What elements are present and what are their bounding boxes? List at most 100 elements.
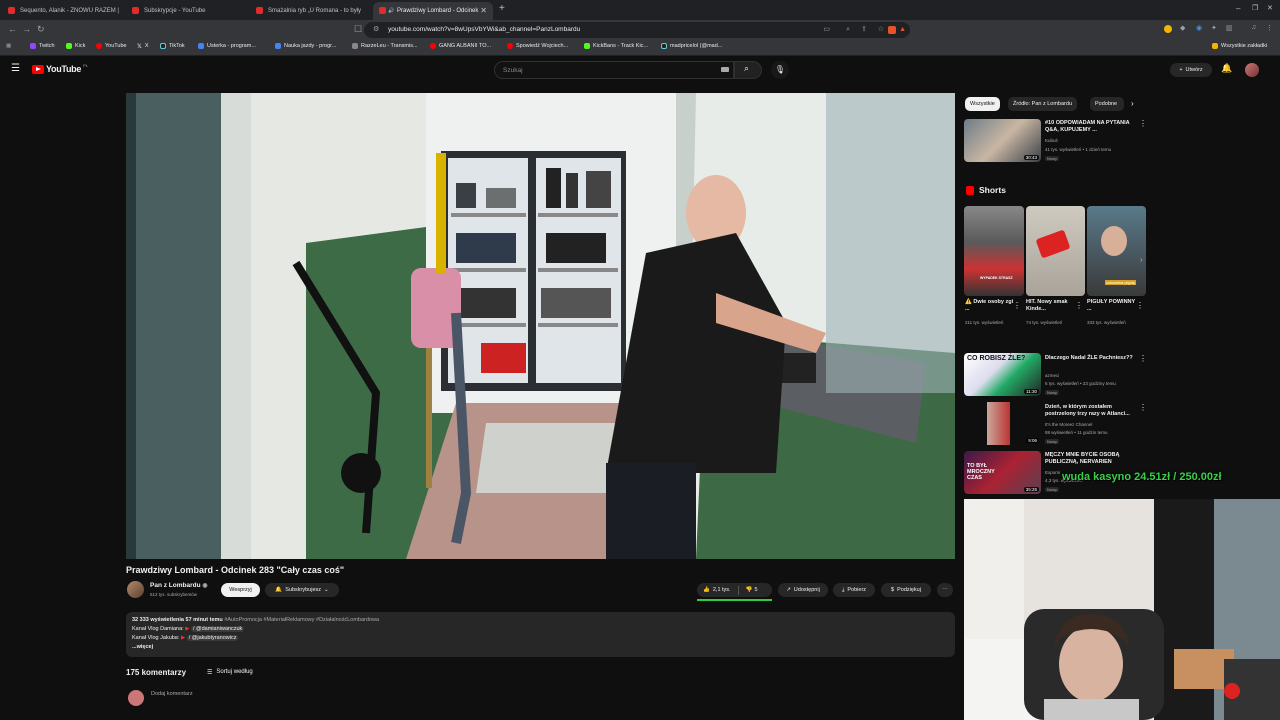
notifications-bell-icon[interactable]: 🔔 (1221, 63, 1232, 74)
voice-search-button[interactable]: 🎙 (771, 61, 789, 79)
short-title[interactable]: ⚠️ Dwie osoby zgi ... (965, 299, 1015, 313)
extension-icon[interactable] (1164, 25, 1172, 33)
short-thumbnail[interactable] (1026, 206, 1085, 296)
bookmark-item[interactable]: RazzeLeu - Transmis... (352, 43, 418, 49)
chevron-right-icon[interactable]: › (1140, 255, 1143, 264)
short-thumbnail[interactable]: WYPADEK STRASZ (964, 206, 1024, 296)
thanks-button[interactable]: $ Podziękuj (881, 583, 931, 597)
warning-icon[interactable]: ▲ (899, 22, 906, 38)
more-vertical-icon[interactable]: ⋮ (1013, 301, 1021, 310)
logo-country: PL (83, 62, 88, 68)
bell-icon: 🔔 (275, 587, 283, 593)
video-channel[interactable]: Kubuś (1045, 138, 1058, 144)
youtube-logo[interactable]: YouTube PL (32, 62, 88, 74)
video-title[interactable]: Dzień, w którym zostałem postrzelony trz… (1045, 404, 1137, 418)
short-title[interactable]: PIGUŁY POWINNY ... (1087, 299, 1137, 313)
sort-comments-button[interactable]: ☰ Sortuj według (207, 669, 253, 676)
share-button[interactable]: ↗ Udostępnij (778, 583, 828, 597)
bookmark-icon[interactable]: ☐ (354, 24, 362, 35)
more-actions-button[interactable]: ⋯ (937, 583, 953, 597)
video-title[interactable]: Dlaczego Nadal ŹLE Pachniesz?? (1045, 355, 1137, 362)
browser-tab[interactable]: Smażalnia ryb „U Romana - to były (250, 2, 372, 20)
share-icon[interactable]: ⇪ (861, 22, 867, 38)
star-icon[interactable]: ☆ (878, 22, 884, 38)
more-vertical-icon[interactable]: ⋮ (1075, 301, 1083, 310)
browser-tab[interactable]: Subskrypcje - YouTube (126, 2, 248, 20)
video-thumbnail[interactable]: 30:43 (964, 119, 1041, 162)
video-thumbnail[interactable]: TO BYŁ MROCZNY CZAS 35:25 (964, 451, 1041, 494)
keyboard-icon[interactable] (721, 67, 729, 72)
more-vertical-icon[interactable]: ⋮ (1139, 354, 1147, 363)
close-tab-icon[interactable]: ✕ (480, 6, 487, 15)
browser-tab-active[interactable]: 🔊 Prawdziwy Lombard - Odcinek ✕ (373, 2, 493, 20)
forward-icon[interactable]: → (22, 24, 31, 34)
browser-tab[interactable]: Sequento, Alanik - ZNOWU RAZEM | (2, 2, 124, 20)
search-button[interactable]: ⌕ (734, 61, 762, 79)
create-button[interactable]: + Utwórz (1170, 63, 1212, 77)
show-more-link[interactable]: ...więcej (132, 643, 949, 652)
more-vertical-icon[interactable]: ⋮ (1139, 403, 1147, 412)
bookmark-item[interactable]: Nauka jazdy - progr... (275, 43, 336, 49)
site-info-icon[interactable]: ⚙ (373, 22, 379, 38)
media-icon[interactable]: ♫ (1251, 24, 1256, 31)
back-icon[interactable]: ← (8, 24, 17, 34)
chip-source[interactable]: Źródło: Pan z Lombardu (1008, 97, 1078, 111)
video-title[interactable]: MĘCZY MNIE BYCIE OSOBĄ PUBLICZNĄ, NERVAR… (1045, 452, 1137, 466)
bookmark-item[interactable]: Spowiedź Wojciech... (507, 43, 568, 49)
bookmark-item[interactable]: GANG ALBANII TO... (430, 43, 491, 49)
extension-icon[interactable]: ◆ (1180, 24, 1185, 32)
close-window-icon[interactable]: ✕ (1267, 4, 1273, 12)
reload-icon[interactable]: ↻ (37, 24, 45, 35)
channel-name[interactable]: Pan z Lombardu ◉ (150, 582, 208, 589)
side-panel-icon[interactable]: ▥ (1226, 24, 1233, 32)
maximize-icon[interactable]: ❐ (1252, 4, 1258, 12)
extensions-puzzle-icon[interactable]: ✦ (1211, 24, 1217, 32)
chip-similar[interactable]: Podobne (1090, 97, 1124, 111)
minimize-icon[interactable]: – (1236, 4, 1240, 13)
kanal2-link[interactable]: / @jakubtyranowicz (186, 635, 239, 641)
new-tab-icon[interactable]: + (499, 3, 505, 14)
video-player[interactable] (126, 93, 955, 559)
description-box[interactable]: 32 333 wyświetlenia 57 minut temu #AutoP… (126, 612, 955, 657)
short-thumbnail[interactable]: człowieka pigułę (1087, 206, 1146, 296)
like-button[interactable]: 👍 2,1 tys. (703, 587, 731, 593)
support-button[interactable]: Wesprzyj (221, 583, 260, 597)
video-channel[interactable]: Expomi (1045, 470, 1060, 476)
bookmark-item[interactable]: YouTube (96, 43, 127, 49)
hamburger-menu-icon[interactable]: ☰ (11, 63, 20, 74)
bookmark-item[interactable]: Usterka - program... (198, 43, 256, 49)
more-vertical-icon[interactable]: ⋮ (1139, 119, 1147, 128)
video-title[interactable]: #10 ODPOWIADAM NA PYTANIA Q&A, KUPUJEMY … (1045, 120, 1137, 134)
bookmark-label: Wszystkie zakładki (1221, 43, 1268, 49)
download-button[interactable]: ⤓ Pobierz (833, 583, 875, 597)
channel-avatar[interactable] (127, 581, 144, 598)
extension-icon[interactable] (888, 26, 896, 34)
extension-icon[interactable]: ◉ (1196, 24, 1202, 32)
bookmark-item[interactable]: TikTok (160, 43, 185, 49)
video-thumbnail[interactable]: 9:06 (964, 402, 1041, 445)
kanal1-link[interactable]: / @damianiwanczuk (190, 626, 245, 632)
bookmark-item[interactable]: KickBans - Track Kic... (584, 43, 648, 49)
dislike-button[interactable]: 👎 5 (746, 587, 758, 593)
avatar[interactable] (1245, 63, 1259, 77)
menu-icon[interactable]: ⋮ (1266, 24, 1273, 32)
zoom-icon[interactable]: ⌕ (846, 22, 850, 38)
cast-icon[interactable]: ▭ (823, 22, 830, 38)
apps-icon[interactable]: ▦ (6, 43, 11, 49)
bookmark-item[interactable]: Kick (66, 43, 85, 49)
subscribed-button[interactable]: 🔔 Subskrybujesz ⌄ (265, 583, 339, 597)
video-thumbnail[interactable]: CO ROBISZ ŹLE? 11:30 (964, 353, 1041, 396)
bookmark-item[interactable]: madpricelol (@mad... (661, 43, 722, 49)
chevron-right-icon[interactable]: › (1131, 99, 1134, 108)
chip-all[interactable]: Wszystkie (965, 97, 1000, 111)
bookmark-item[interactable]: Twitch (30, 43, 55, 49)
search-input[interactable]: Szukaj (494, 61, 734, 79)
video-channel[interactable]: It's the Moreez Channel (1045, 422, 1092, 428)
video-channel[interactable]: azmeci (1045, 373, 1059, 379)
more-vertical-icon[interactable]: ⋮ (1136, 301, 1144, 310)
address-bar[interactable]: ⚙ youtube.com/watch?v=8wUpsVbYWi&ab_chan… (364, 22, 910, 38)
short-title[interactable]: HIT. Nowy smak Kinde... (1026, 299, 1076, 313)
bookmark-item[interactable]: 𝕏X (137, 43, 149, 50)
add-comment-input[interactable]: Dodaj komentarz (151, 691, 193, 697)
all-bookmarks[interactable]: Wszystkie zakładki (1212, 43, 1267, 49)
